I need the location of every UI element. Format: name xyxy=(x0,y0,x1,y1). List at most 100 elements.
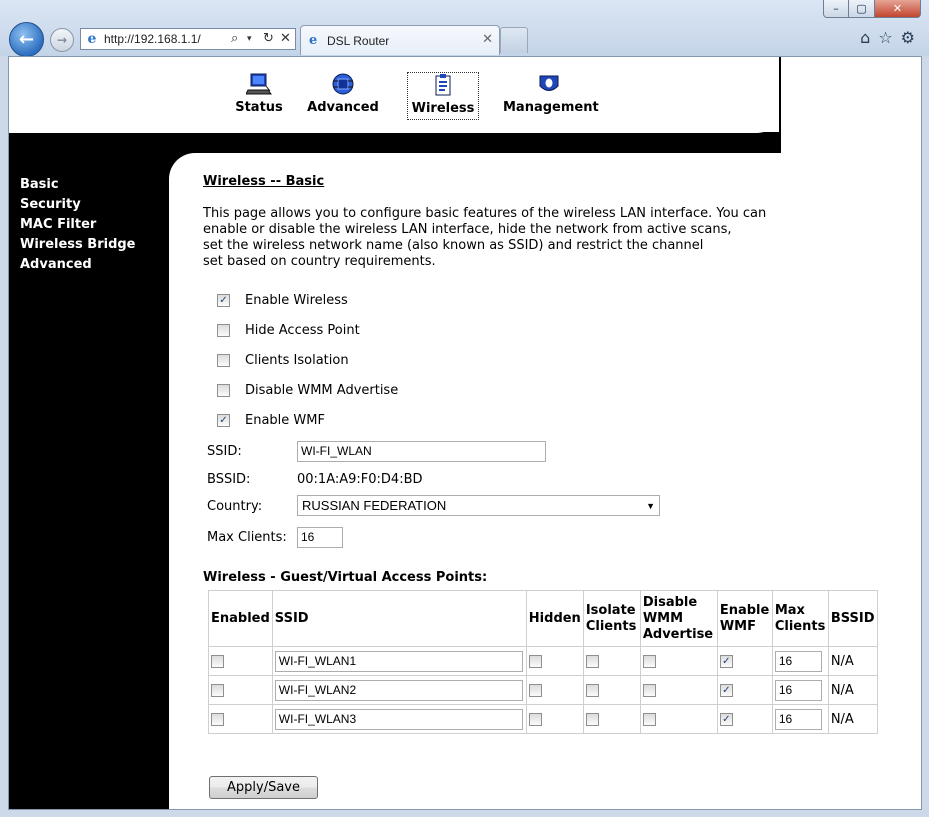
vap-heading: Wireless - Guest/Virtual Access Points: xyxy=(203,570,488,585)
header-edge xyxy=(779,57,781,133)
col-wmf-l2: WMF xyxy=(719,618,756,634)
sidebar-item-advanced[interactable]: Advanced xyxy=(20,255,136,275)
ie-page-icon: e xyxy=(87,31,97,47)
sidebar-item-basic[interactable]: Basic xyxy=(20,175,136,195)
vap-ssid-input[interactable]: WI-FI_WLAN3 xyxy=(274,708,523,730)
vap-isolate-checkbox[interactable] xyxy=(585,683,599,697)
col-wmm-l1: Disable xyxy=(642,594,698,610)
country-select[interactable]: RUSSIAN FEDERATION ▼ xyxy=(297,495,660,516)
tab-management-label: Management xyxy=(503,100,599,115)
vap-wmm-checkbox[interactable] xyxy=(642,712,656,726)
col-isolate-l2: Clients xyxy=(585,618,637,634)
tab-advanced-label: Advanced xyxy=(307,100,379,115)
vap-header-row: Enabled SSID Hidden Isolate Clients Disab… xyxy=(208,590,878,647)
browser-toolbar: ⌂ ☆ ⚙ xyxy=(860,28,915,47)
tab-dsl-router[interactable]: e DSL Router ✕ xyxy=(300,25,500,55)
vap-wmf-checkbox[interactable] xyxy=(719,683,733,697)
table-row: WI-FI_WLAN2 16 N/A xyxy=(208,675,878,705)
vap-enabled-checkbox[interactable] xyxy=(211,712,224,726)
shield-icon xyxy=(503,72,595,98)
vap-enabled-checkbox[interactable] xyxy=(211,654,224,668)
vap-hidden-checkbox[interactable] xyxy=(528,683,542,697)
description-line: This page allows you to configure basic … xyxy=(203,206,767,221)
vap-max-clients-input[interactable]: 16 xyxy=(774,679,822,701)
vap-wmm-checkbox[interactable] xyxy=(642,683,656,697)
refresh-icon[interactable]: ↻ xyxy=(263,31,274,46)
apply-save-button[interactable]: Apply/Save xyxy=(209,776,318,799)
tab-advanced[interactable]: Advanced xyxy=(307,72,379,120)
tab-status[interactable]: Status xyxy=(223,72,295,120)
sidebar-item-wireless-bridge[interactable]: Wireless Bridge xyxy=(20,235,136,255)
stop-icon[interactable]: ✕ xyxy=(280,31,291,46)
vap-ssid-input[interactable]: WI-FI_WLAN2 xyxy=(274,679,523,701)
gear-icon[interactable]: ⚙ xyxy=(901,28,915,47)
tab-management[interactable]: Management xyxy=(503,72,599,120)
col-hidden: Hidden xyxy=(525,590,584,647)
address-bar[interactable]: e ⌕ ▾ ↻ ✕ xyxy=(80,28,296,50)
favorites-star-icon[interactable]: ☆ xyxy=(878,28,892,47)
vap-bssid: N/A xyxy=(827,704,878,734)
new-tab-button[interactable] xyxy=(500,27,528,53)
country-value: RUSSIAN FEDERATION xyxy=(302,498,447,513)
vap-hidden-checkbox[interactable] xyxy=(528,712,542,726)
col-ssid: SSID xyxy=(271,590,527,647)
col-enabled: Enabled xyxy=(208,590,273,647)
col-wmf-l1: Enable xyxy=(719,602,770,618)
bssid-value: 00:1A:A9:F0:D4:BD xyxy=(297,472,423,487)
tab-close-icon[interactable]: ✕ xyxy=(482,32,493,47)
vap-isolate-checkbox[interactable] xyxy=(585,712,599,726)
col-max-clients: Max Clients xyxy=(771,590,829,647)
vap-wmf-checkbox[interactable] xyxy=(719,712,733,726)
clients-isolation-checkbox[interactable] xyxy=(217,354,230,367)
table-row: WI-FI_WLAN1 16 N/A xyxy=(208,646,878,676)
chip-icon xyxy=(307,72,379,98)
country-label: Country: xyxy=(207,499,263,514)
sidebar-item-security[interactable]: Security xyxy=(20,195,136,215)
dropdown-icon[interactable]: ▾ xyxy=(247,34,252,44)
maximize-button[interactable]: ▢ xyxy=(849,0,875,18)
sidebar-item-mac-filter[interactable]: MAC Filter xyxy=(20,215,136,235)
header-band xyxy=(9,132,781,153)
chevron-down-icon: ▼ xyxy=(646,501,655,511)
arrow-right-icon: → xyxy=(56,33,68,47)
vap-wmm-checkbox[interactable] xyxy=(642,654,656,668)
back-button[interactable]: ← xyxy=(9,22,44,57)
vap-table: Enabled SSID Hidden Isolate Clients Disab… xyxy=(208,590,878,734)
vap-ssid-input[interactable]: WI-FI_WLAN1 xyxy=(274,650,523,672)
tab-status-label: Status xyxy=(235,100,283,115)
vap-hidden-checkbox[interactable] xyxy=(528,654,542,668)
col-isolate-l1: Isolate xyxy=(585,602,636,618)
clipboard-icon xyxy=(408,73,478,99)
col-bssid: BSSID xyxy=(827,590,878,647)
forward-button[interactable]: → xyxy=(50,28,74,52)
page-description: This page allows you to configure basic … xyxy=(203,206,803,270)
window-controls: – ▢ ✕ xyxy=(823,0,921,18)
browser-chrome: – ▢ ✕ ← → e ⌕ ▾ ↻ ✕ e DSL Router ✕ ⌂ ☆ ⚙ xyxy=(0,0,929,57)
vap-max-clients-input[interactable]: 16 xyxy=(774,650,822,672)
ssid-input[interactable]: WI-FI_WLAN xyxy=(297,441,546,462)
max-clients-label: Max Clients: xyxy=(207,530,287,545)
bssid-label: BSSID: xyxy=(207,472,251,487)
vap-bssid: N/A xyxy=(827,675,878,705)
enable-wireless-checkbox[interactable] xyxy=(217,294,230,307)
col-wmm-l2: WMM xyxy=(642,610,684,626)
col-max-l1: Max xyxy=(774,602,805,618)
col-isolate: Isolate Clients xyxy=(582,590,641,647)
ie-tab-icon: e xyxy=(309,33,318,48)
url-input[interactable] xyxy=(104,31,219,47)
hide-access-point-checkbox[interactable] xyxy=(217,324,230,337)
vap-max-clients-input[interactable]: 16 xyxy=(774,708,822,730)
disable-wmm-checkbox[interactable] xyxy=(217,384,230,397)
search-icon[interactable]: ⌕ xyxy=(231,31,238,46)
home-icon[interactable]: ⌂ xyxy=(860,28,870,47)
minimize-button[interactable]: – xyxy=(823,0,849,18)
close-window-button[interactable]: ✕ xyxy=(875,0,921,18)
disable-wmm-label: Disable WMM Advertise xyxy=(245,383,399,398)
tab-wireless[interactable]: Wireless xyxy=(407,72,479,120)
enable-wmf-checkbox[interactable] xyxy=(217,414,230,427)
vap-enabled-checkbox[interactable] xyxy=(211,683,224,697)
max-clients-input[interactable]: 16 xyxy=(297,527,343,548)
vap-bssid: N/A xyxy=(827,646,878,676)
vap-wmf-checkbox[interactable] xyxy=(719,654,733,668)
vap-isolate-checkbox[interactable] xyxy=(585,654,599,668)
